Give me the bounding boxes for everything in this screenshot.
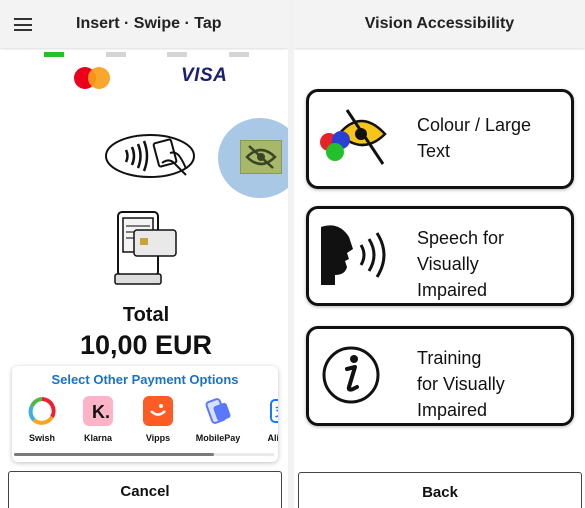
horizontal-scrollbar[interactable] <box>14 453 274 456</box>
payment-method-vipps[interactable]: Vipps <box>130 396 186 448</box>
payment-method-name: Vipps <box>145 433 171 443</box>
accessibility-button[interactable] <box>218 118 288 198</box>
cancel-button[interactable]: Cancel <box>8 471 282 508</box>
progress-step <box>106 52 126 57</box>
payment-method-name: Swish <box>28 433 55 443</box>
eye-slash-icon <box>240 140 282 174</box>
mastercard-logo <box>74 67 110 89</box>
svg-text:支: 支 <box>274 404 278 419</box>
option-label: Colour / Large Text <box>417 115 532 161</box>
total-label: Total <box>122 304 170 326</box>
vision-accessibility-screen: Vision Accessibility Colour / Large Text <box>294 0 585 508</box>
klarna-icon: K. <box>83 396 113 426</box>
training-visually-impaired-button[interactable]: Training for Visually Impaired <box>306 326 574 426</box>
total-amount: 10,00 EUR <box>79 330 213 360</box>
payment-options-panel: Select Other Payment Options Swish K. Kl… <box>12 366 278 462</box>
payment-screen: Insert · Swipe · Tap VISA Total 10,00 EU… <box>0 0 288 508</box>
contactless-icon <box>104 133 196 179</box>
screen-title: Insert · Swipe · Tap <box>76 15 222 32</box>
svg-text:K.: K. <box>92 402 110 422</box>
payment-options-title: Select Other Payment Options <box>51 372 239 387</box>
info-icon <box>317 341 389 407</box>
visa-logo: VISA <box>181 65 228 86</box>
top-bar: Insert · Swipe · Tap <box>0 0 288 48</box>
screen-title: Vision Accessibility <box>364 15 515 32</box>
speech-visually-impaired-button[interactable]: Speech for Visually Impaired <box>306 206 574 306</box>
payment-method-name: Alip <box>267 433 279 443</box>
mobilepay-icon <box>203 396 233 426</box>
scrollbar-thumb[interactable] <box>14 453 214 456</box>
speaking-head-icon <box>317 221 389 287</box>
payment-method-name: Klarna <box>83 433 112 443</box>
progress-step <box>229 52 249 57</box>
option-label: Speech for Visually Impaired <box>417 228 505 300</box>
payment-method-swish[interactable]: Swish <box>14 396 70 448</box>
payment-method-mobilepay[interactable]: MobilePay <box>190 396 246 448</box>
progress-step <box>167 52 187 57</box>
card-terminal-icon <box>112 208 182 288</box>
payment-method-name: MobilePay <box>195 433 241 443</box>
progress-steps <box>0 52 288 58</box>
top-bar: Vision Accessibility <box>294 0 585 48</box>
back-button[interactable]: Back <box>298 472 582 508</box>
alipay-icon: 支 <box>261 396 278 426</box>
colour-large-text-button[interactable]: Colour / Large Text <box>306 89 574 189</box>
option-label: Training for Visually Impaired <box>417 348 505 420</box>
swish-icon <box>27 396 57 426</box>
vipps-icon <box>143 396 173 426</box>
colour-eye-icon <box>317 104 389 170</box>
progress-step <box>44 52 64 57</box>
payment-method-alipay[interactable]: 支 Alip <box>248 396 278 448</box>
menu-icon[interactable] <box>14 18 32 31</box>
payment-method-klarna[interactable]: K. Klarna <box>70 396 126 448</box>
